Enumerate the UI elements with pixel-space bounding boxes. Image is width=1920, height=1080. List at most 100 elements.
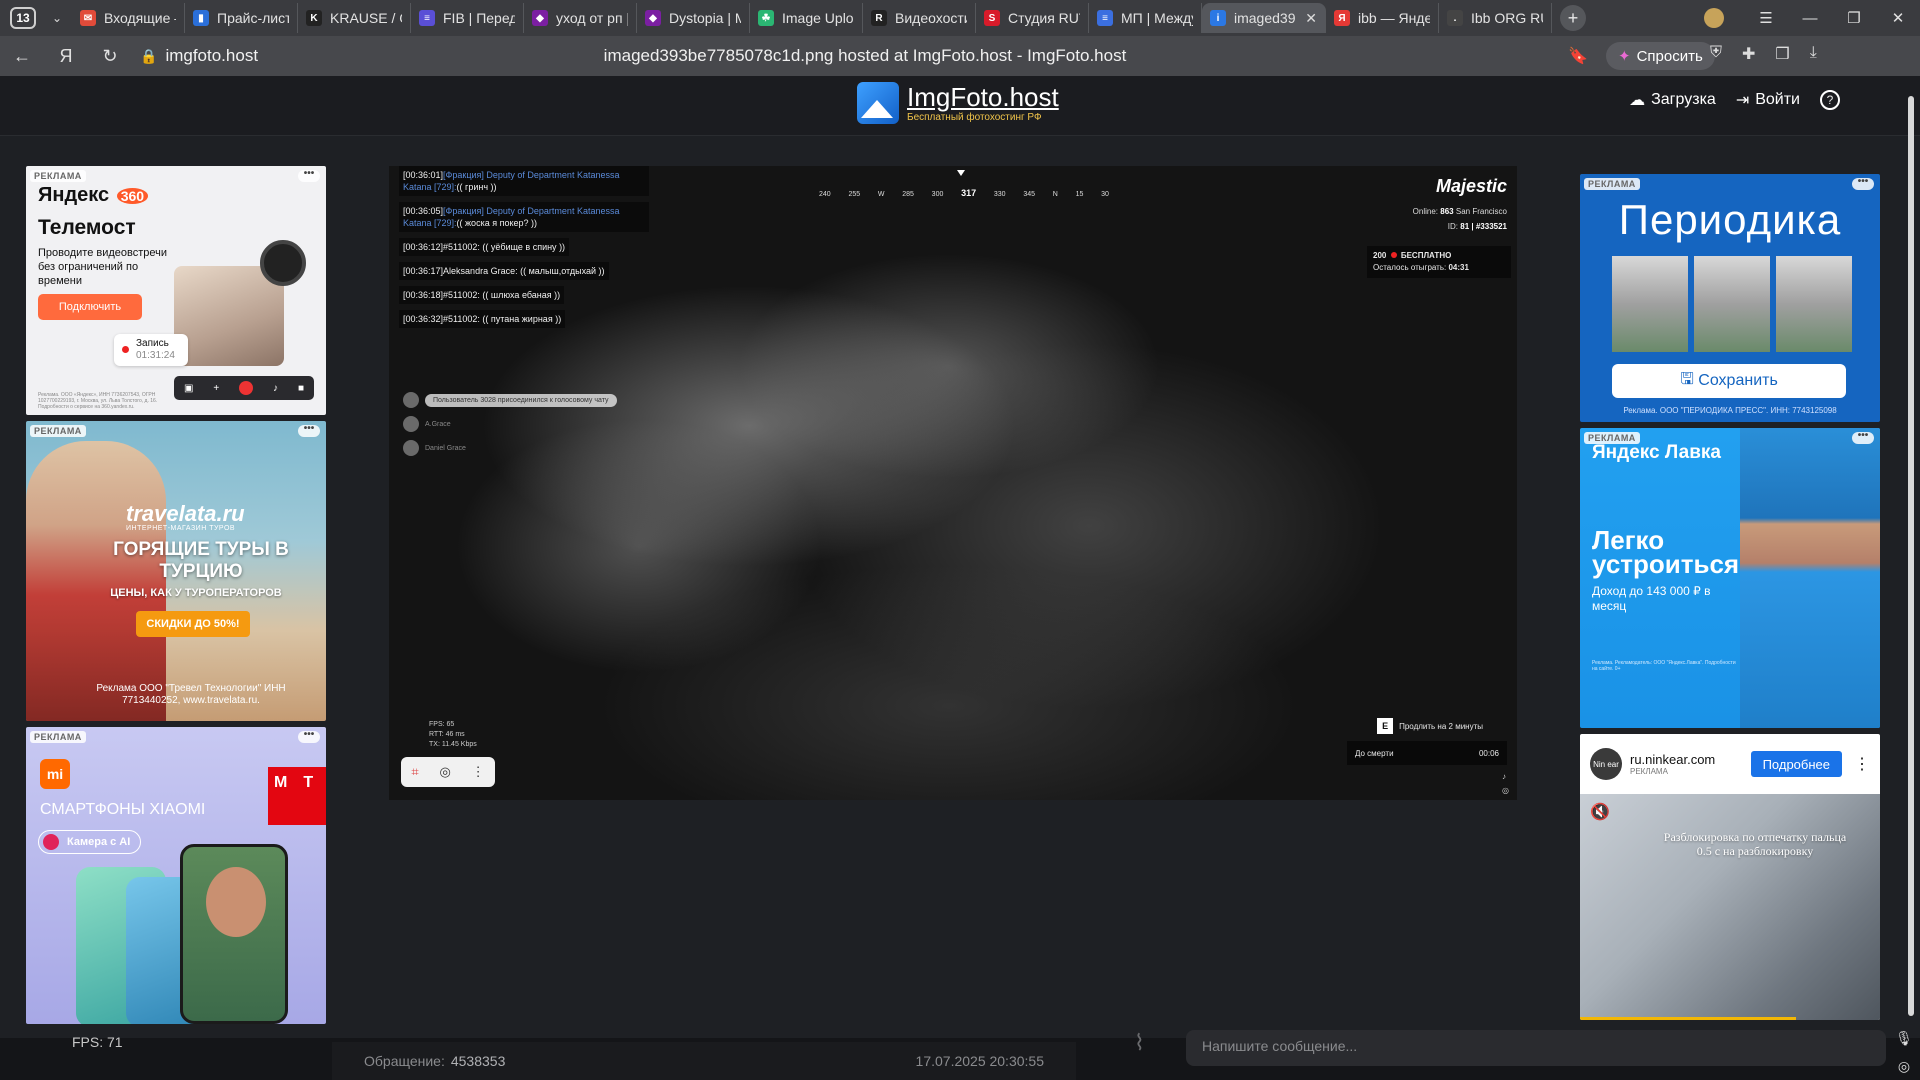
browser-tab[interactable]: ◆ Dystopia | M bbox=[637, 3, 750, 33]
death-label: До смерти bbox=[1355, 748, 1394, 758]
shield-icon[interactable]: ⛨ bbox=[1710, 44, 1722, 64]
browser-tab[interactable]: Яibb — Яндек bbox=[1326, 3, 1439, 33]
ad-more-button[interactable]: ••• bbox=[298, 169, 320, 182]
bookmark-icon[interactable]: 🔖 bbox=[1568, 46, 1588, 66]
ad-cta-button[interactable]: СКИДКИ ДО 50%! bbox=[136, 611, 250, 637]
ad-periodika[interactable]: РЕКЛАМА ••• Периодика 🖫 Сохранить Реклам… bbox=[1580, 174, 1880, 422]
browser-tab[interactable]: . Ibb ORG RU bbox=[1439, 3, 1552, 33]
tab-title: FIB | Переда bbox=[443, 10, 515, 26]
ad-more-button[interactable]: ••• bbox=[298, 730, 320, 743]
compass-tick: N bbox=[1052, 191, 1058, 198]
ad-ninkear[interactable]: Nin ear ru.ninkear.com РЕКЛАМА Подробнее… bbox=[1580, 734, 1880, 1020]
compass-tick: 15 bbox=[1075, 191, 1084, 198]
collections-icon[interactable]: ❒ bbox=[1775, 44, 1789, 64]
voice-avatar bbox=[403, 416, 419, 432]
tab-favicon-icon: ▮ bbox=[193, 10, 209, 26]
ad-video[interactable]: 🔇 Разблокировка по отпечатку пальца 0.5 с… bbox=[1580, 794, 1880, 1020]
ai-icon: ✦ bbox=[1618, 48, 1631, 65]
mute-icon[interactable]: 🔇 bbox=[1590, 802, 1610, 822]
fps-readout: FPS: 71 bbox=[72, 1034, 123, 1050]
ad-more-button[interactable]: ••• bbox=[1852, 177, 1874, 190]
reload-button[interactable]: ↻ bbox=[88, 46, 132, 67]
download-icon[interactable]: ⤓ bbox=[1810, 44, 1817, 64]
browser-tab[interactable]: ◆ уход от рп | bbox=[524, 3, 637, 33]
crop-icon[interactable]: ⌗ bbox=[411, 764, 418, 780]
minimize-button[interactable]: — bbox=[1788, 10, 1832, 27]
browser-tab[interactable]: ☘ Image Uploa bbox=[750, 3, 863, 33]
site-logo[interactable]: ImgFoto.host Бесплатный фотохостинг РФ bbox=[857, 82, 1059, 124]
voice-text: Пользователь 3028 присоединился к голосо… bbox=[425, 393, 617, 407]
tab-counter[interactable]: 13 bbox=[10, 7, 36, 29]
camera-search-icon[interactable]: ◎ bbox=[439, 764, 450, 780]
more-icon[interactable]: ⋮ bbox=[472, 764, 485, 780]
ad-yandex360[interactable]: РЕКЛАМА ••• Яндекс 360 Телемост Проводит… bbox=[26, 166, 326, 415]
hosted-image[interactable]: [00:36:01] [Фракция] Deputy of Departmen… bbox=[389, 166, 1517, 800]
menu-icon[interactable]: ☰ bbox=[1744, 9, 1788, 27]
ad-lavka[interactable]: РЕКЛАМА ••• Яндекс Лавка Легко устроитьс… bbox=[1580, 428, 1880, 728]
puzzle-icon[interactable]: ✚ bbox=[1742, 44, 1755, 64]
more-icon[interactable]: ⋮ bbox=[1854, 754, 1870, 774]
yandex-icon[interactable]: Я bbox=[44, 46, 88, 67]
help-icon[interactable]: ? bbox=[1820, 90, 1840, 110]
profile-avatar[interactable] bbox=[1704, 8, 1724, 28]
ad-travelata[interactable]: РЕКЛАМА ••• travelata.ru ИНТЕРНЕТ-МАГАЗИ… bbox=[26, 421, 326, 721]
tab-title: imaged39 bbox=[1234, 10, 1296, 26]
browser-tab[interactable]: ▮ Прайс-лист bbox=[185, 3, 298, 33]
close-tab-icon[interactable]: ✕ bbox=[1305, 10, 1317, 27]
extend-prompt: E Продлить на 2 минуты bbox=[1377, 718, 1483, 734]
attach-icon[interactable]: ⌇ bbox=[1134, 1030, 1145, 1056]
ad-badge: РЕКЛАМА bbox=[30, 731, 86, 743]
ticket-date: 17.07.2025 20:30:55 bbox=[915, 1053, 1044, 1069]
target-icon[interactable]: ◎ bbox=[1894, 1052, 1914, 1080]
upload-button[interactable]: ☁ Загрузка bbox=[1629, 90, 1716, 110]
restore-button[interactable]: ❐ bbox=[1832, 9, 1876, 27]
tab-favicon-icon: ✉ bbox=[80, 10, 96, 26]
ad-more-button[interactable]: ••• bbox=[298, 424, 320, 437]
ad-caption-main: Разблокировка по отпечатку пальца bbox=[1663, 830, 1847, 844]
ticket-row: Обращение: 4538353 17.07.2025 20:30:55 bbox=[332, 1042, 1076, 1080]
video-icon: ■ bbox=[297, 382, 304, 394]
ad-more-button[interactable]: ••• bbox=[1852, 431, 1874, 444]
mic-icon[interactable]: 🎙 bbox=[1894, 1024, 1914, 1052]
ai-camera-icon bbox=[43, 834, 59, 850]
magazine-cover bbox=[1694, 256, 1770, 352]
webcam-icon bbox=[260, 240, 306, 286]
mic-icon: ♪ bbox=[273, 382, 279, 394]
message-input[interactable]: Напишите сообщение... bbox=[1186, 1030, 1886, 1066]
ad-headline: Легко устроиться bbox=[1592, 525, 1740, 579]
browser-tab[interactable]: R Видеохости bbox=[863, 3, 976, 33]
browser-tab[interactable]: S Студия RUT bbox=[976, 3, 1089, 33]
browser-tab[interactable]: i imaged39 ✕ bbox=[1202, 3, 1326, 33]
ad-cta-button[interactable]: Подключить bbox=[38, 294, 142, 320]
extension-icons: ⛨ ✚ ❒ ⤓ bbox=[1710, 44, 1817, 64]
ask-button[interactable]: ✦ Спросить bbox=[1606, 42, 1715, 70]
login-button[interactable]: ⇥ Войти bbox=[1736, 90, 1800, 110]
ad-cta-label: Сохранить bbox=[1698, 372, 1778, 389]
death-timer: До смерти 00:06 bbox=[1347, 741, 1507, 765]
advertiser-avatar: Nin ear bbox=[1590, 748, 1622, 780]
scrollbar-thumb[interactable] bbox=[1908, 96, 1914, 1016]
url-field[interactable]: 🔒 imgfoto.host imaged393be7785078c1d.png… bbox=[140, 40, 1590, 72]
ad-cta-button[interactable]: Подробнее bbox=[1750, 751, 1842, 777]
death-value: 00:06 bbox=[1478, 748, 1499, 758]
tab-favicon-icon: Я bbox=[1334, 10, 1350, 26]
url-domain: imgfoto.host bbox=[165, 46, 259, 65]
ad-cta-button[interactable]: 🖫 Сохранить bbox=[1612, 364, 1846, 398]
chevron-down-icon[interactable]: ⌄ bbox=[42, 11, 72, 25]
browser-tab[interactable]: K KRAUSE / G bbox=[298, 3, 411, 33]
id-label: ID: bbox=[1447, 222, 1459, 231]
free-play-box: 200 БЕСПЛАТНО Осталось отыграть: 04:31 bbox=[1367, 246, 1511, 278]
ad-xiaomi[interactable]: РЕКЛАМА ••• mi МТС СМАРТФОНЫ XIAOMI Каме… bbox=[26, 727, 326, 1024]
browser-tab[interactable]: ≡ FIB | Переда bbox=[411, 3, 524, 33]
close-window-button[interactable]: ✕ bbox=[1876, 9, 1920, 27]
new-tab-button[interactable]: + bbox=[1560, 5, 1586, 31]
browser-tab[interactable]: ✉ Входящие – bbox=[72, 3, 185, 33]
back-button[interactable]: ← bbox=[0, 46, 44, 67]
ad-legal: Реклама. ООО «Яндекс», ИНН 7736207543, О… bbox=[38, 392, 158, 410]
tab-title: Студия RUT bbox=[1008, 10, 1080, 26]
lock-icon: 🔒 bbox=[140, 47, 158, 64]
free-label: БЕСПЛАТНО bbox=[1400, 251, 1452, 260]
stat-key: TX: bbox=[429, 741, 440, 748]
browser-tab[interactable]: ≡ МП | Между bbox=[1089, 3, 1202, 33]
magazine-cover bbox=[1776, 256, 1852, 352]
